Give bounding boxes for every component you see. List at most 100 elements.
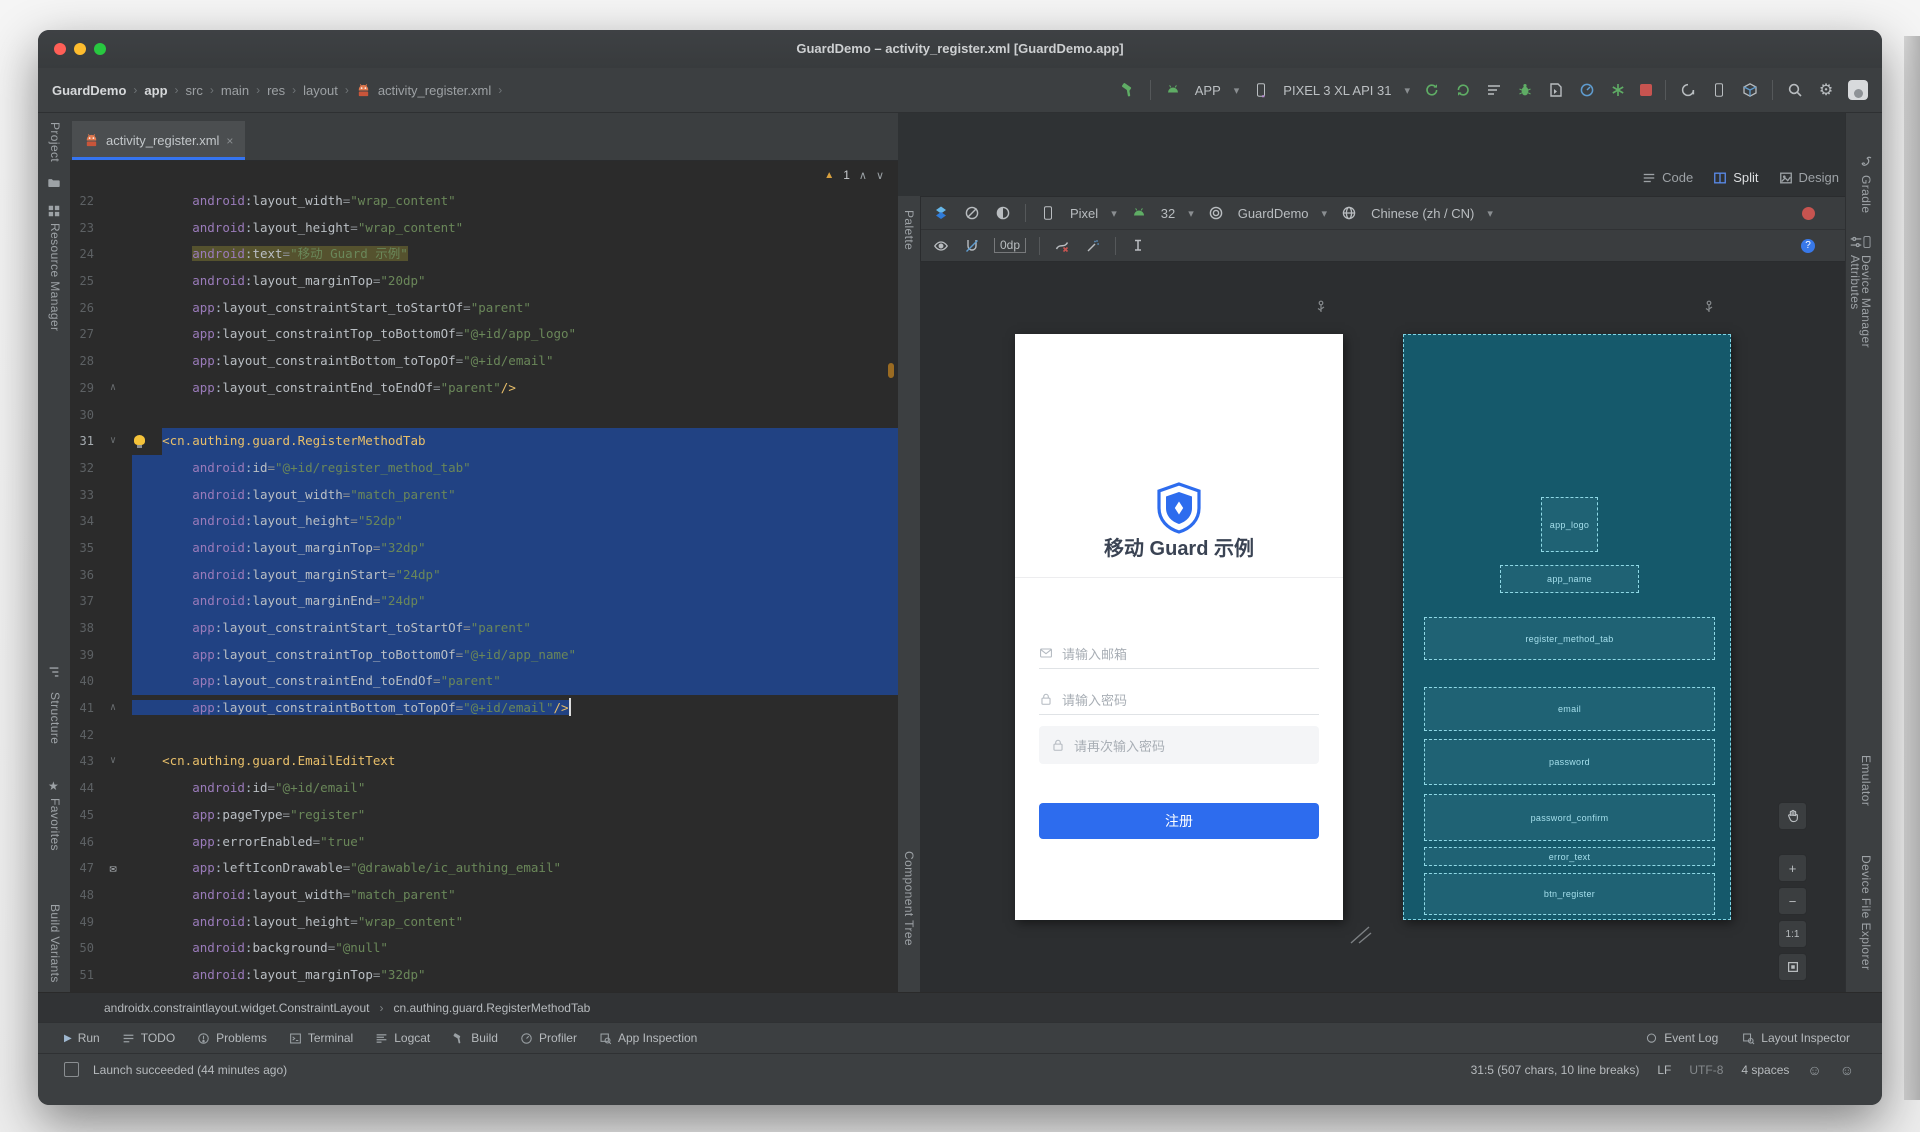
prev-warning-icon[interactable]: ∧ (859, 169, 867, 182)
scrollbar-warning-mark[interactable] (888, 363, 894, 378)
breadcrumb-app[interactable]: app (144, 83, 167, 98)
device-select[interactable]: Pixel (1070, 206, 1098, 221)
app-logo-shield-icon[interactable] (1155, 482, 1203, 534)
file-encoding[interactable]: UTF-8 (1689, 1063, 1723, 1077)
sidebar-item-favorites[interactable]: Favorites (48, 798, 62, 851)
sidebar-item-emulator[interactable]: Emulator (1859, 755, 1873, 806)
email-field[interactable]: 请输入邮箱 (1039, 642, 1319, 664)
toolwindow-terminal[interactable]: Terminal (289, 1031, 353, 1045)
locale-select[interactable]: Chinese (zh / CN) (1371, 206, 1474, 221)
pan-hand-button[interactable] (1778, 802, 1807, 830)
inspection-widget[interactable]: ▲ 1 ∧ ∨ (824, 168, 884, 182)
star-icon[interactable]: ★ (48, 779, 59, 793)
avatar[interactable] (1848, 80, 1868, 100)
blueprint-box-btn_register[interactable]: btn_register (1424, 873, 1715, 915)
sidebar-item-device-file-explorer[interactable]: Device File Explorer (1859, 855, 1873, 970)
sidebar-item-attributes[interactable]: Attributes (1848, 255, 1862, 310)
night-mode-icon[interactable] (994, 204, 1012, 222)
caret-position[interactable]: 31:5 (507 chars, 10 line breaks) (1471, 1063, 1640, 1077)
tab-component-tree[interactable]: Component Tree (902, 851, 916, 946)
sidebar-item-build-variants[interactable]: Build Variants (48, 904, 62, 983)
stop-icon[interactable] (1640, 84, 1652, 96)
line-separator[interactable]: LF (1657, 1063, 1671, 1077)
text-ibeam-icon[interactable] (1129, 237, 1147, 255)
app-name-text[interactable]: 移动 Guard 示例 (1015, 532, 1343, 561)
profiler-icon[interactable] (1578, 81, 1596, 99)
chevron-down-icon[interactable]: ▾ (1234, 84, 1240, 97)
design-blueprint-phone[interactable]: app_logo app_name register_method_tabemail… (1403, 334, 1731, 920)
sidebar-item-gradle[interactable]: Gradle (1859, 175, 1873, 213)
toolwindow-build[interactable]: Build (452, 1031, 498, 1045)
close-icon[interactable]: × (226, 134, 233, 148)
toolwindow-todo[interactable]: TODO (122, 1031, 175, 1045)
status-message[interactable]: Launch succeeded (44 minutes ago) (93, 1063, 287, 1077)
breadcrumb-constraintlayout[interactable]: androidx.constraintlayout.widget.Constra… (104, 1001, 370, 1015)
search-icon[interactable] (1786, 81, 1804, 99)
debug-bug-icon[interactable] (1516, 81, 1534, 99)
structure-icon[interactable] (47, 665, 61, 684)
tab-split[interactable]: Split (1713, 170, 1759, 185)
blueprint-box-email[interactable]: email (1424, 687, 1715, 731)
chevron-down-icon[interactable]: ▾ (1111, 207, 1117, 220)
indent-setting[interactable]: 4 spaces (1741, 1063, 1789, 1077)
target-device-select[interactable]: PIXEL 3 XL API 31 (1283, 83, 1391, 98)
theme-select[interactable]: GuardDemo (1238, 206, 1309, 221)
blueprint-box-app_logo[interactable]: app_logo (1541, 497, 1598, 552)
profile-smiley-icon[interactable]: ☺ (1840, 1062, 1854, 1078)
blueprint-box-app_name[interactable]: app_name (1500, 565, 1639, 593)
tab-design[interactable]: Design (1779, 170, 1839, 185)
toolwindow-run[interactable]: ▶ Run (64, 1031, 100, 1045)
run-configuration-select[interactable]: APP (1195, 83, 1221, 98)
next-warning-icon[interactable]: ∨ (876, 169, 884, 182)
blueprint-box-password[interactable]: password (1424, 739, 1715, 785)
tab-code[interactable]: Code (1642, 170, 1693, 185)
issues-error-badge[interactable] (1802, 206, 1815, 220)
toolwindow-layout-inspector[interactable]: Layout Inspector (1742, 1031, 1850, 1045)
blueprint-box-password_confirm[interactable]: password_confirm (1424, 794, 1715, 841)
autoconnect-off-icon[interactable] (963, 237, 981, 255)
preview-resize-handle[interactable] (1347, 925, 1373, 950)
breadcrumb-src[interactable]: src (186, 83, 203, 98)
sidebar-item-project[interactable]: Project (48, 122, 62, 162)
apply-changes-icon[interactable] (1454, 81, 1472, 99)
resource-manager-icon[interactable] (47, 204, 61, 223)
attach-debugger-icon[interactable] (1547, 81, 1565, 99)
layout-inspector-cube-icon[interactable] (1741, 81, 1759, 99)
chevron-down-icon[interactable]: ▾ (1188, 207, 1194, 220)
code-area[interactable]: 22 android:layout_width="wrap_content" 23… (70, 160, 898, 992)
surface-selector-icon[interactable] (932, 204, 950, 222)
design-canvas[interactable]: 移动 Guard 示例 请输入邮箱 请输入密码 请再次输入密码 注册 app_l… (920, 262, 1845, 992)
attributes-sliders-icon[interactable] (1849, 235, 1863, 254)
chevron-down-icon[interactable]: ▾ (1322, 207, 1328, 220)
design-preview-phone[interactable]: 移动 Guard 示例 请输入邮箱 请输入密码 请再次输入密码 注册 (1015, 334, 1343, 920)
apply-code-changes-icon[interactable] (1609, 81, 1627, 99)
blueprint-box-error_text[interactable]: error_text (1424, 847, 1715, 866)
avd-phone-icon[interactable] (1710, 81, 1728, 99)
clear-constraints-icon[interactable] (1053, 237, 1071, 255)
password-confirm-field[interactable]: 请再次输入密码 (1039, 726, 1319, 764)
toolwindow-profiler[interactable]: Profiler (520, 1031, 577, 1045)
breadcrumb-layout[interactable]: layout (303, 83, 338, 98)
infer-constraints-wand-icon[interactable] (1084, 237, 1102, 255)
intention-bulb-icon[interactable] (134, 435, 145, 449)
build-hammer-icon[interactable] (1119, 81, 1137, 99)
settings-gear-icon[interactable]: ⚙ (1817, 81, 1835, 99)
zoom-to-fit-button[interactable] (1778, 953, 1807, 981)
api-level-select[interactable]: 32 (1161, 206, 1175, 221)
chevron-down-icon[interactable]: ▾ (1487, 207, 1493, 220)
blueprint-box-register_method_tab[interactable]: register_method_tab (1424, 617, 1715, 660)
toolwindow-app-inspection[interactable]: App Inspection (599, 1031, 697, 1045)
toolwindow-toggle-icon[interactable] (64, 1062, 79, 1077)
breadcrumb-registermethodtab[interactable]: cn.authing.guard.RegisterMethodTab (394, 1001, 591, 1015)
zoom-out-button[interactable]: − (1778, 887, 1807, 915)
feedback-smiley-icon[interactable]: ☺ (1807, 1062, 1821, 1078)
view-options-eye-icon[interactable] (932, 237, 950, 255)
tab-palette[interactable]: Palette (902, 210, 916, 250)
editor-tab-activity-register[interactable]: activity_register.xml × (72, 121, 246, 160)
zoom-in-button[interactable]: + (1778, 854, 1807, 882)
zoom-100-button[interactable]: 1:1 (1778, 920, 1807, 948)
register-button[interactable]: 注册 (1039, 803, 1319, 839)
default-margin-select[interactable]: 0dp (994, 238, 1027, 253)
chevron-down-icon[interactable]: ▾ (1404, 84, 1410, 97)
breadcrumb-project[interactable]: GuardDemo (52, 83, 126, 98)
